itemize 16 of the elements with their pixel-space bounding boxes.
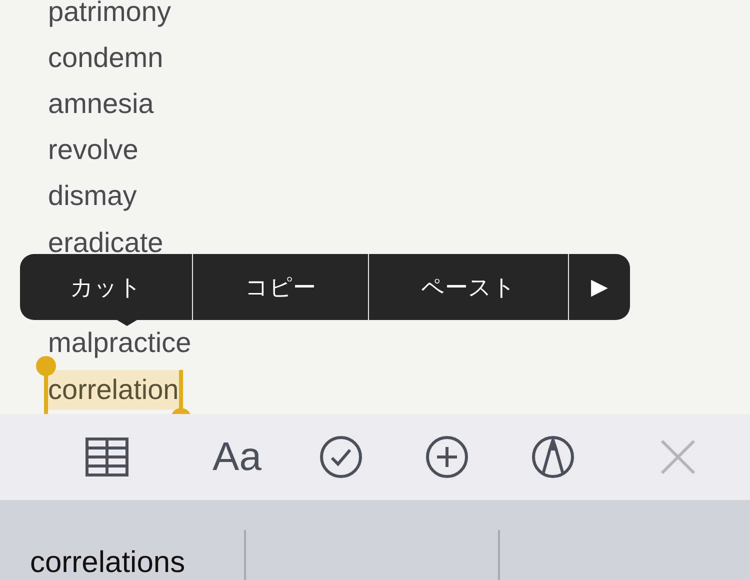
pen-tip-icon[interactable]: [531, 435, 575, 480]
table-icon[interactable]: [85, 437, 129, 478]
menu-item[interactable]: コピー: [193, 254, 369, 320]
add-icon[interactable]: [425, 435, 469, 480]
note-line: dismay: [48, 183, 137, 210]
note-line: revolve: [48, 137, 138, 164]
checklist-icon[interactable]: [319, 435, 363, 480]
note-line: condemn: [48, 44, 164, 71]
menu-item[interactable]: ▶: [569, 254, 630, 320]
note-line: malpractice: [48, 330, 192, 356]
note-line: amnesia: [48, 90, 154, 117]
note-line: patrimony: [48, 0, 171, 25]
note-line: eradicate: [48, 230, 164, 256]
suggestion[interactable]: correlations: [30, 546, 186, 580]
format-button[interactable]: Aa: [212, 434, 262, 480]
menu-item[interactable]: ペースト: [369, 254, 569, 320]
